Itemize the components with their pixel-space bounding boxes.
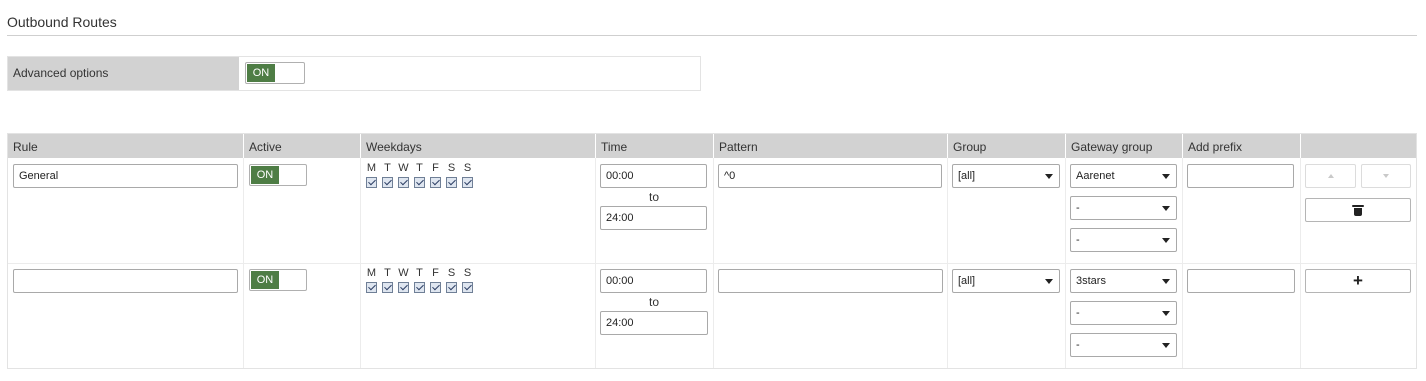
header-pattern: Pattern xyxy=(713,134,947,158)
weekday-checkbox[interactable] xyxy=(382,177,393,188)
toggle-on-label: ON xyxy=(251,271,279,289)
weekday-checkbox[interactable] xyxy=(366,282,377,293)
day-letter: M xyxy=(366,267,377,279)
weekday-checkbox[interactable] xyxy=(414,282,425,293)
group-select-value: [all] xyxy=(958,170,976,182)
toggle-on-label: ON xyxy=(251,166,279,184)
title-divider xyxy=(7,35,1417,36)
day-letter: W xyxy=(398,162,409,174)
gateway-select-value: 3stars xyxy=(1076,275,1106,287)
weekday-checkbox[interactable] xyxy=(414,177,425,188)
page-title: Outbound Routes xyxy=(7,14,117,30)
weekday-checkbox[interactable] xyxy=(398,177,409,188)
chevron-down-icon xyxy=(1162,174,1170,179)
move-up-button[interactable] xyxy=(1305,164,1356,188)
day-letter: S xyxy=(463,162,472,174)
routes-table: Rule Active Weekdays Time Pattern Group … xyxy=(7,133,1417,369)
weekday-checkbox[interactable] xyxy=(382,282,393,293)
header-active: Active xyxy=(243,134,360,158)
table-header: Rule Active Weekdays Time Pattern Group … xyxy=(8,134,1416,158)
day-letter: S xyxy=(463,267,472,279)
active-toggle[interactable]: ON xyxy=(249,164,307,186)
trash-icon xyxy=(1352,205,1364,216)
time-to-input[interactable]: 24:00 xyxy=(600,206,707,230)
weekday-checkbox[interactable] xyxy=(366,177,377,188)
weekday-checkbox[interactable] xyxy=(462,177,473,188)
header-weekdays: Weekdays xyxy=(360,134,595,158)
gateway-select-value: - xyxy=(1076,307,1080,319)
pattern-input[interactable] xyxy=(718,269,943,293)
time-to-input[interactable]: 24:00 xyxy=(600,311,708,335)
header-group: Group xyxy=(947,134,1065,158)
gateway-select-value: - xyxy=(1076,339,1080,351)
weekday-checkbox[interactable] xyxy=(446,282,457,293)
chevron-down-icon xyxy=(1045,174,1053,179)
gateway-select-value: - xyxy=(1076,202,1080,214)
gateway-select-2[interactable]: - xyxy=(1070,301,1177,325)
gateway-select-1[interactable]: Aarenet xyxy=(1070,164,1177,188)
day-letter: T xyxy=(384,162,391,174)
chevron-down-icon xyxy=(1162,311,1170,316)
day-letter: T xyxy=(416,267,423,279)
delete-route-button[interactable] xyxy=(1305,198,1411,222)
time-from-input[interactable]: 00:00 xyxy=(600,269,707,293)
weekday-checkbox[interactable] xyxy=(462,282,473,293)
group-select-value: [all] xyxy=(958,275,976,287)
gateway-select-3[interactable]: - xyxy=(1070,228,1177,252)
advanced-options-toggle[interactable]: ON xyxy=(245,62,305,84)
advanced-options-row: Advanced options ON xyxy=(7,56,701,91)
day-letter: T xyxy=(416,162,423,174)
add-prefix-input[interactable] xyxy=(1187,164,1294,188)
chevron-down-icon xyxy=(1162,238,1170,243)
chevron-down-icon xyxy=(1162,206,1170,211)
advanced-options-label: Advanced options xyxy=(8,57,239,90)
row-divider xyxy=(8,263,1416,264)
weekday-checkbox[interactable] xyxy=(398,282,409,293)
chevron-down-icon xyxy=(1045,279,1053,284)
time-from-input[interactable]: 00:00 xyxy=(600,164,707,188)
chevron-up-icon xyxy=(1327,174,1334,178)
chevron-down-icon xyxy=(1162,279,1170,284)
header-gateway-group: Gateway group xyxy=(1065,134,1182,158)
header-actions xyxy=(1300,134,1416,158)
gateway-select-3[interactable]: - xyxy=(1070,333,1177,357)
header-time: Time xyxy=(595,134,713,158)
add-route-button[interactable]: + xyxy=(1305,269,1411,293)
day-letter: W xyxy=(398,267,409,279)
header-add-prefix: Add prefix xyxy=(1182,134,1300,158)
day-letter: T xyxy=(384,267,391,279)
day-letter: F xyxy=(432,267,439,279)
time-to-label: to xyxy=(649,295,660,309)
active-toggle[interactable]: ON xyxy=(249,269,307,291)
toggle-on-label: ON xyxy=(247,64,275,82)
time-to-label: to xyxy=(649,190,660,204)
header-rule: Rule xyxy=(13,140,38,154)
weekday-checkbox[interactable] xyxy=(446,177,457,188)
chevron-down-icon xyxy=(1383,174,1389,178)
day-letter: M xyxy=(366,162,377,174)
gateway-select-value: Aarenet xyxy=(1076,170,1115,182)
plus-icon: + xyxy=(1353,271,1363,290)
weekday-checkbox[interactable] xyxy=(430,177,441,188)
group-select[interactable]: [all] xyxy=(952,269,1060,293)
day-letter: S xyxy=(447,267,456,279)
move-down-button[interactable] xyxy=(1361,164,1411,188)
chevron-down-icon xyxy=(1162,343,1170,348)
day-letter: S xyxy=(447,162,456,174)
gateway-select-value: - xyxy=(1076,234,1080,246)
rule-name-input[interactable] xyxy=(13,269,238,293)
group-select[interactable]: [all] xyxy=(952,164,1060,188)
rule-name-input[interactable]: General xyxy=(13,164,238,188)
add-prefix-input[interactable] xyxy=(1187,269,1295,293)
gateway-select-2[interactable]: - xyxy=(1070,196,1177,220)
gateway-select-1[interactable]: 3stars xyxy=(1070,269,1177,293)
pattern-input[interactable]: ^0 xyxy=(718,164,942,188)
weekday-checkbox[interactable] xyxy=(430,282,441,293)
day-letter: F xyxy=(432,162,439,174)
